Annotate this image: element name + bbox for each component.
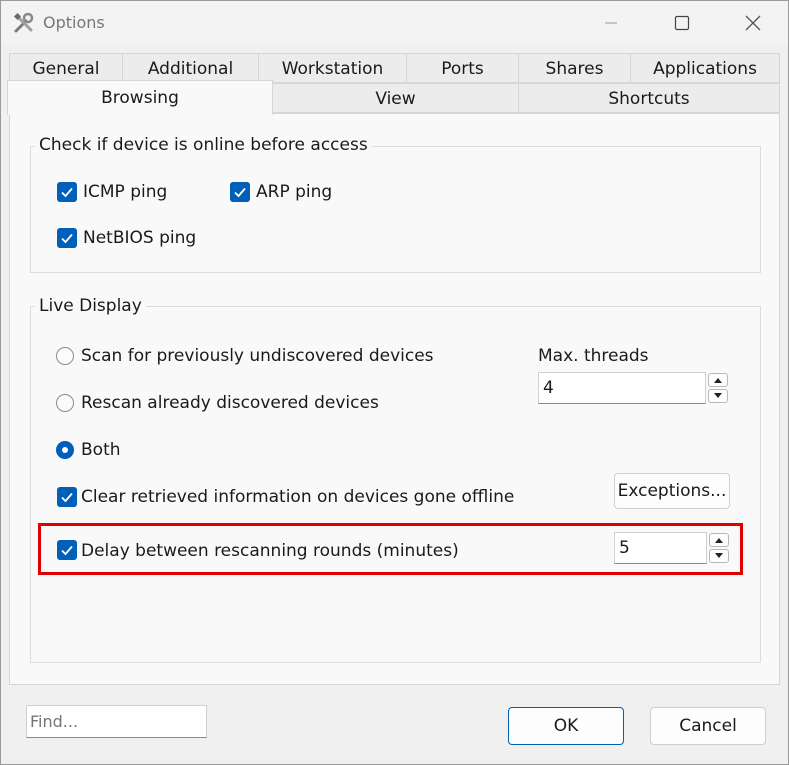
- chevron-up-icon: [714, 378, 722, 383]
- tools-icon: [13, 12, 34, 33]
- max-threads-input[interactable]: 4: [538, 372, 706, 404]
- spin-down-button[interactable]: [709, 549, 729, 563]
- scan-new-label: Scan for previously undiscovered devices: [81, 346, 434, 366]
- scan-new-radio[interactable]: [56, 347, 74, 365]
- checkmark-icon: [61, 545, 73, 556]
- delay-label: Delay between rescanning rounds (minutes…: [81, 541, 459, 561]
- tab-shares[interactable]: Shares: [518, 53, 631, 83]
- chevron-down-icon: [714, 393, 722, 398]
- maximize-icon: [674, 15, 690, 31]
- tab-workstation[interactable]: Workstation: [258, 53, 407, 83]
- tab-ports[interactable]: Ports: [406, 53, 519, 83]
- minimize-icon: [605, 22, 617, 24]
- spin-down-button[interactable]: [708, 389, 728, 403]
- delay-minutes-input[interactable]: 5: [614, 532, 707, 564]
- clear-offline-label: Clear retrieved information on devices g…: [81, 487, 515, 507]
- tab-view[interactable]: View: [272, 83, 519, 113]
- checkmark-icon: [234, 187, 246, 198]
- minimize-button[interactable]: [576, 1, 646, 45]
- delay-spinner: [709, 533, 729, 563]
- rescan-radio[interactable]: [56, 394, 74, 412]
- tab-general[interactable]: General: [9, 53, 123, 83]
- icmp-ping-checkbox[interactable]: [57, 182, 77, 202]
- rescan-label: Rescan already discovered devices: [81, 393, 379, 413]
- max-threads-label: Max. threads: [538, 346, 649, 366]
- maximize-button[interactable]: [647, 1, 717, 45]
- title-bar: Options: [1, 1, 788, 45]
- chevron-down-icon: [715, 553, 723, 558]
- delay-checkbox[interactable]: [57, 540, 77, 560]
- arp-ping-checkbox[interactable]: [230, 182, 250, 202]
- icmp-ping-label: ICMP ping: [83, 182, 168, 202]
- online-check-group: [30, 146, 761, 273]
- close-icon: [745, 15, 761, 31]
- arp-ping-label: ARP ping: [256, 182, 333, 202]
- online-check-group-label: Check if device is online before access: [35, 135, 372, 155]
- ok-button[interactable]: OK: [508, 707, 624, 745]
- spin-up-button[interactable]: [709, 533, 729, 547]
- tab-additional[interactable]: Additional: [122, 53, 259, 83]
- netbios-ping-label: NetBIOS ping: [83, 228, 197, 248]
- netbios-ping-checkbox[interactable]: [57, 228, 77, 248]
- close-button[interactable]: [718, 1, 788, 45]
- chevron-up-icon: [715, 538, 723, 543]
- tab-applications[interactable]: Applications: [630, 53, 780, 83]
- both-radio[interactable]: [56, 441, 74, 459]
- window-title: Options: [43, 13, 105, 32]
- find-input[interactable]: [26, 705, 207, 738]
- clear-offline-checkbox[interactable]: [57, 487, 77, 507]
- both-label: Both: [81, 440, 121, 460]
- cancel-button[interactable]: Cancel: [650, 707, 766, 745]
- exceptions-button[interactable]: Exceptions...: [614, 473, 730, 509]
- tab-browsing[interactable]: Browsing: [7, 80, 273, 115]
- max-threads-spinner: [708, 373, 728, 403]
- live-display-group-label: Live Display: [35, 296, 146, 316]
- options-window: Options General Additional Workstation P…: [0, 0, 789, 765]
- checkmark-icon: [61, 187, 73, 198]
- spin-up-button[interactable]: [708, 373, 728, 387]
- checkmark-icon: [61, 492, 73, 503]
- checkmark-icon: [61, 233, 73, 244]
- tab-shortcuts[interactable]: Shortcuts: [518, 83, 780, 113]
